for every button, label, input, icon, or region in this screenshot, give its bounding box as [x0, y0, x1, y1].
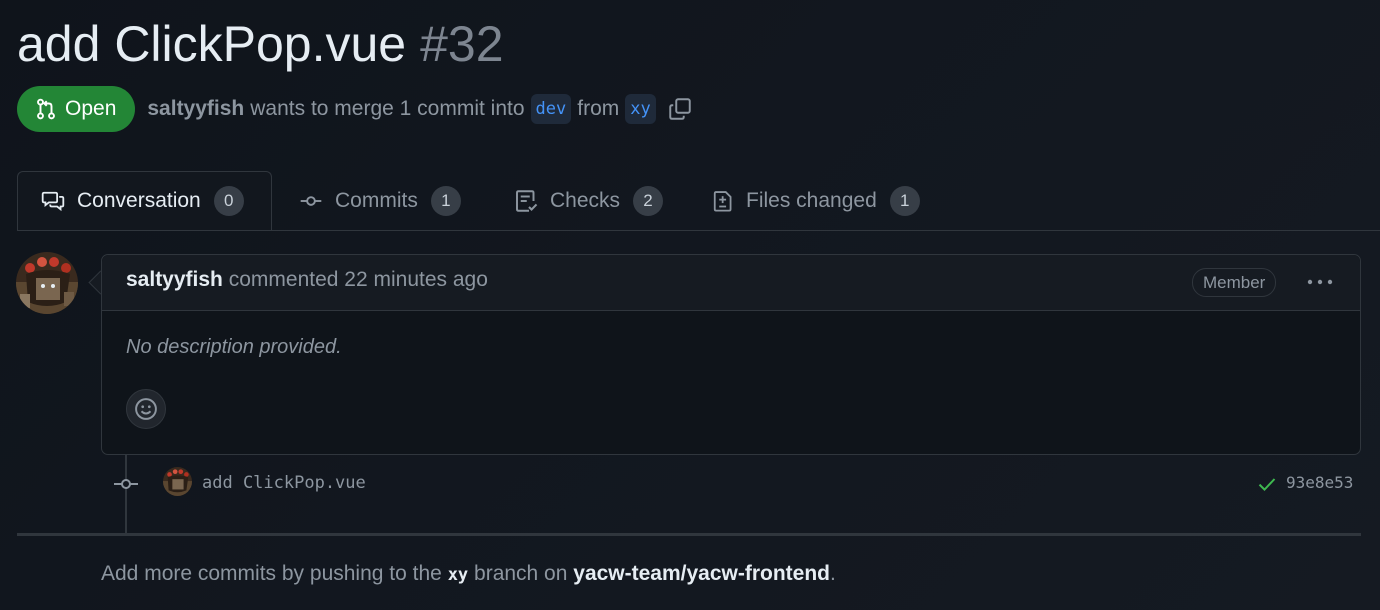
checklist-icon — [516, 189, 538, 212]
comment-discussion-icon — [41, 191, 65, 212]
git-commit-icon — [300, 195, 322, 206]
pr-author-link[interactable]: saltyyfish — [147, 97, 244, 121]
state-badge: Open — [17, 86, 136, 132]
state-label: Open — [65, 97, 117, 120]
push-hint: Add more commits by pushing to the xy br… — [101, 562, 836, 586]
tab-conversation[interactable]: Conversation 0 — [17, 171, 272, 230]
comment-body: No description provided. — [126, 336, 342, 358]
merge-text: wants to merge 1 commit into — [250, 97, 525, 120]
pr-number: #32 — [420, 16, 504, 72]
tab-label: Commits — [335, 188, 418, 212]
push-hint-prefix: Add more commits by pushing to the — [101, 562, 442, 585]
tab-label: Conversation — [77, 189, 201, 212]
timeline-divider — [17, 533, 1361, 536]
comment-timestamp[interactable]: commented 22 minutes ago — [229, 268, 488, 291]
push-hint-suffix: . — [830, 562, 836, 585]
comment-meta: saltyyfish commented 22 minutes ago — [126, 268, 488, 292]
head-branch-label[interactable]: xy — [625, 94, 656, 124]
commit-sha-link[interactable]: 93e8e53 — [1286, 473, 1353, 492]
git-commit-icon — [114, 479, 138, 489]
tab-files-changed[interactable]: Files changed 1 — [712, 171, 920, 230]
role-badge: Member — [1192, 268, 1277, 297]
tab-counter: 0 — [213, 186, 244, 216]
pr-tabs: Conversation 0 Commits 1 Checks 2 Files … — [17, 171, 1380, 231]
comment-card: saltyyfish commented 22 minutes ago Memb… — [101, 254, 1361, 455]
pr-title: add ClickPop.vue — [17, 16, 407, 72]
tab-counter: 2 — [633, 185, 664, 216]
git-pull-request-icon — [37, 98, 55, 120]
kebab-horizontal-icon[interactable] — [1300, 268, 1340, 296]
timeline-line — [125, 455, 127, 533]
commit-author-avatar[interactable] — [163, 467, 192, 496]
tab-label: Files changed — [746, 188, 877, 212]
commit-message-link[interactable]: add ClickPop.vue — [202, 473, 366, 493]
tab-commits[interactable]: Commits 1 — [299, 171, 461, 230]
tab-label: Checks — [550, 188, 621, 212]
repo-link[interactable]: yacw-team/yacw-frontend — [573, 562, 830, 585]
tab-counter: 1 — [889, 185, 920, 216]
from-text: from — [577, 97, 620, 120]
base-branch-label[interactable]: dev — [530, 94, 572, 124]
push-hint-branch: xy — [447, 565, 469, 585]
tab-counter: 1 — [430, 185, 461, 216]
smiley-icon — [135, 398, 157, 420]
check-icon[interactable] — [1256, 474, 1278, 494]
pr-meta-row: Open saltyyfish wants to merge 1 commit … — [17, 86, 692, 132]
comment-header: saltyyfish commented 22 minutes ago Memb… — [102, 255, 1360, 311]
push-hint-middle: branch on — [474, 562, 568, 585]
avatar[interactable] — [16, 252, 78, 314]
comment-author-link[interactable]: saltyyfish — [126, 268, 223, 291]
copy-icon[interactable] — [668, 97, 692, 121]
add-reaction-button[interactable] — [126, 389, 166, 429]
pr-title-row: add ClickPop.vue #32 — [17, 14, 504, 74]
tab-checks[interactable]: Checks 2 — [514, 171, 664, 230]
file-diff-icon — [713, 190, 732, 212]
